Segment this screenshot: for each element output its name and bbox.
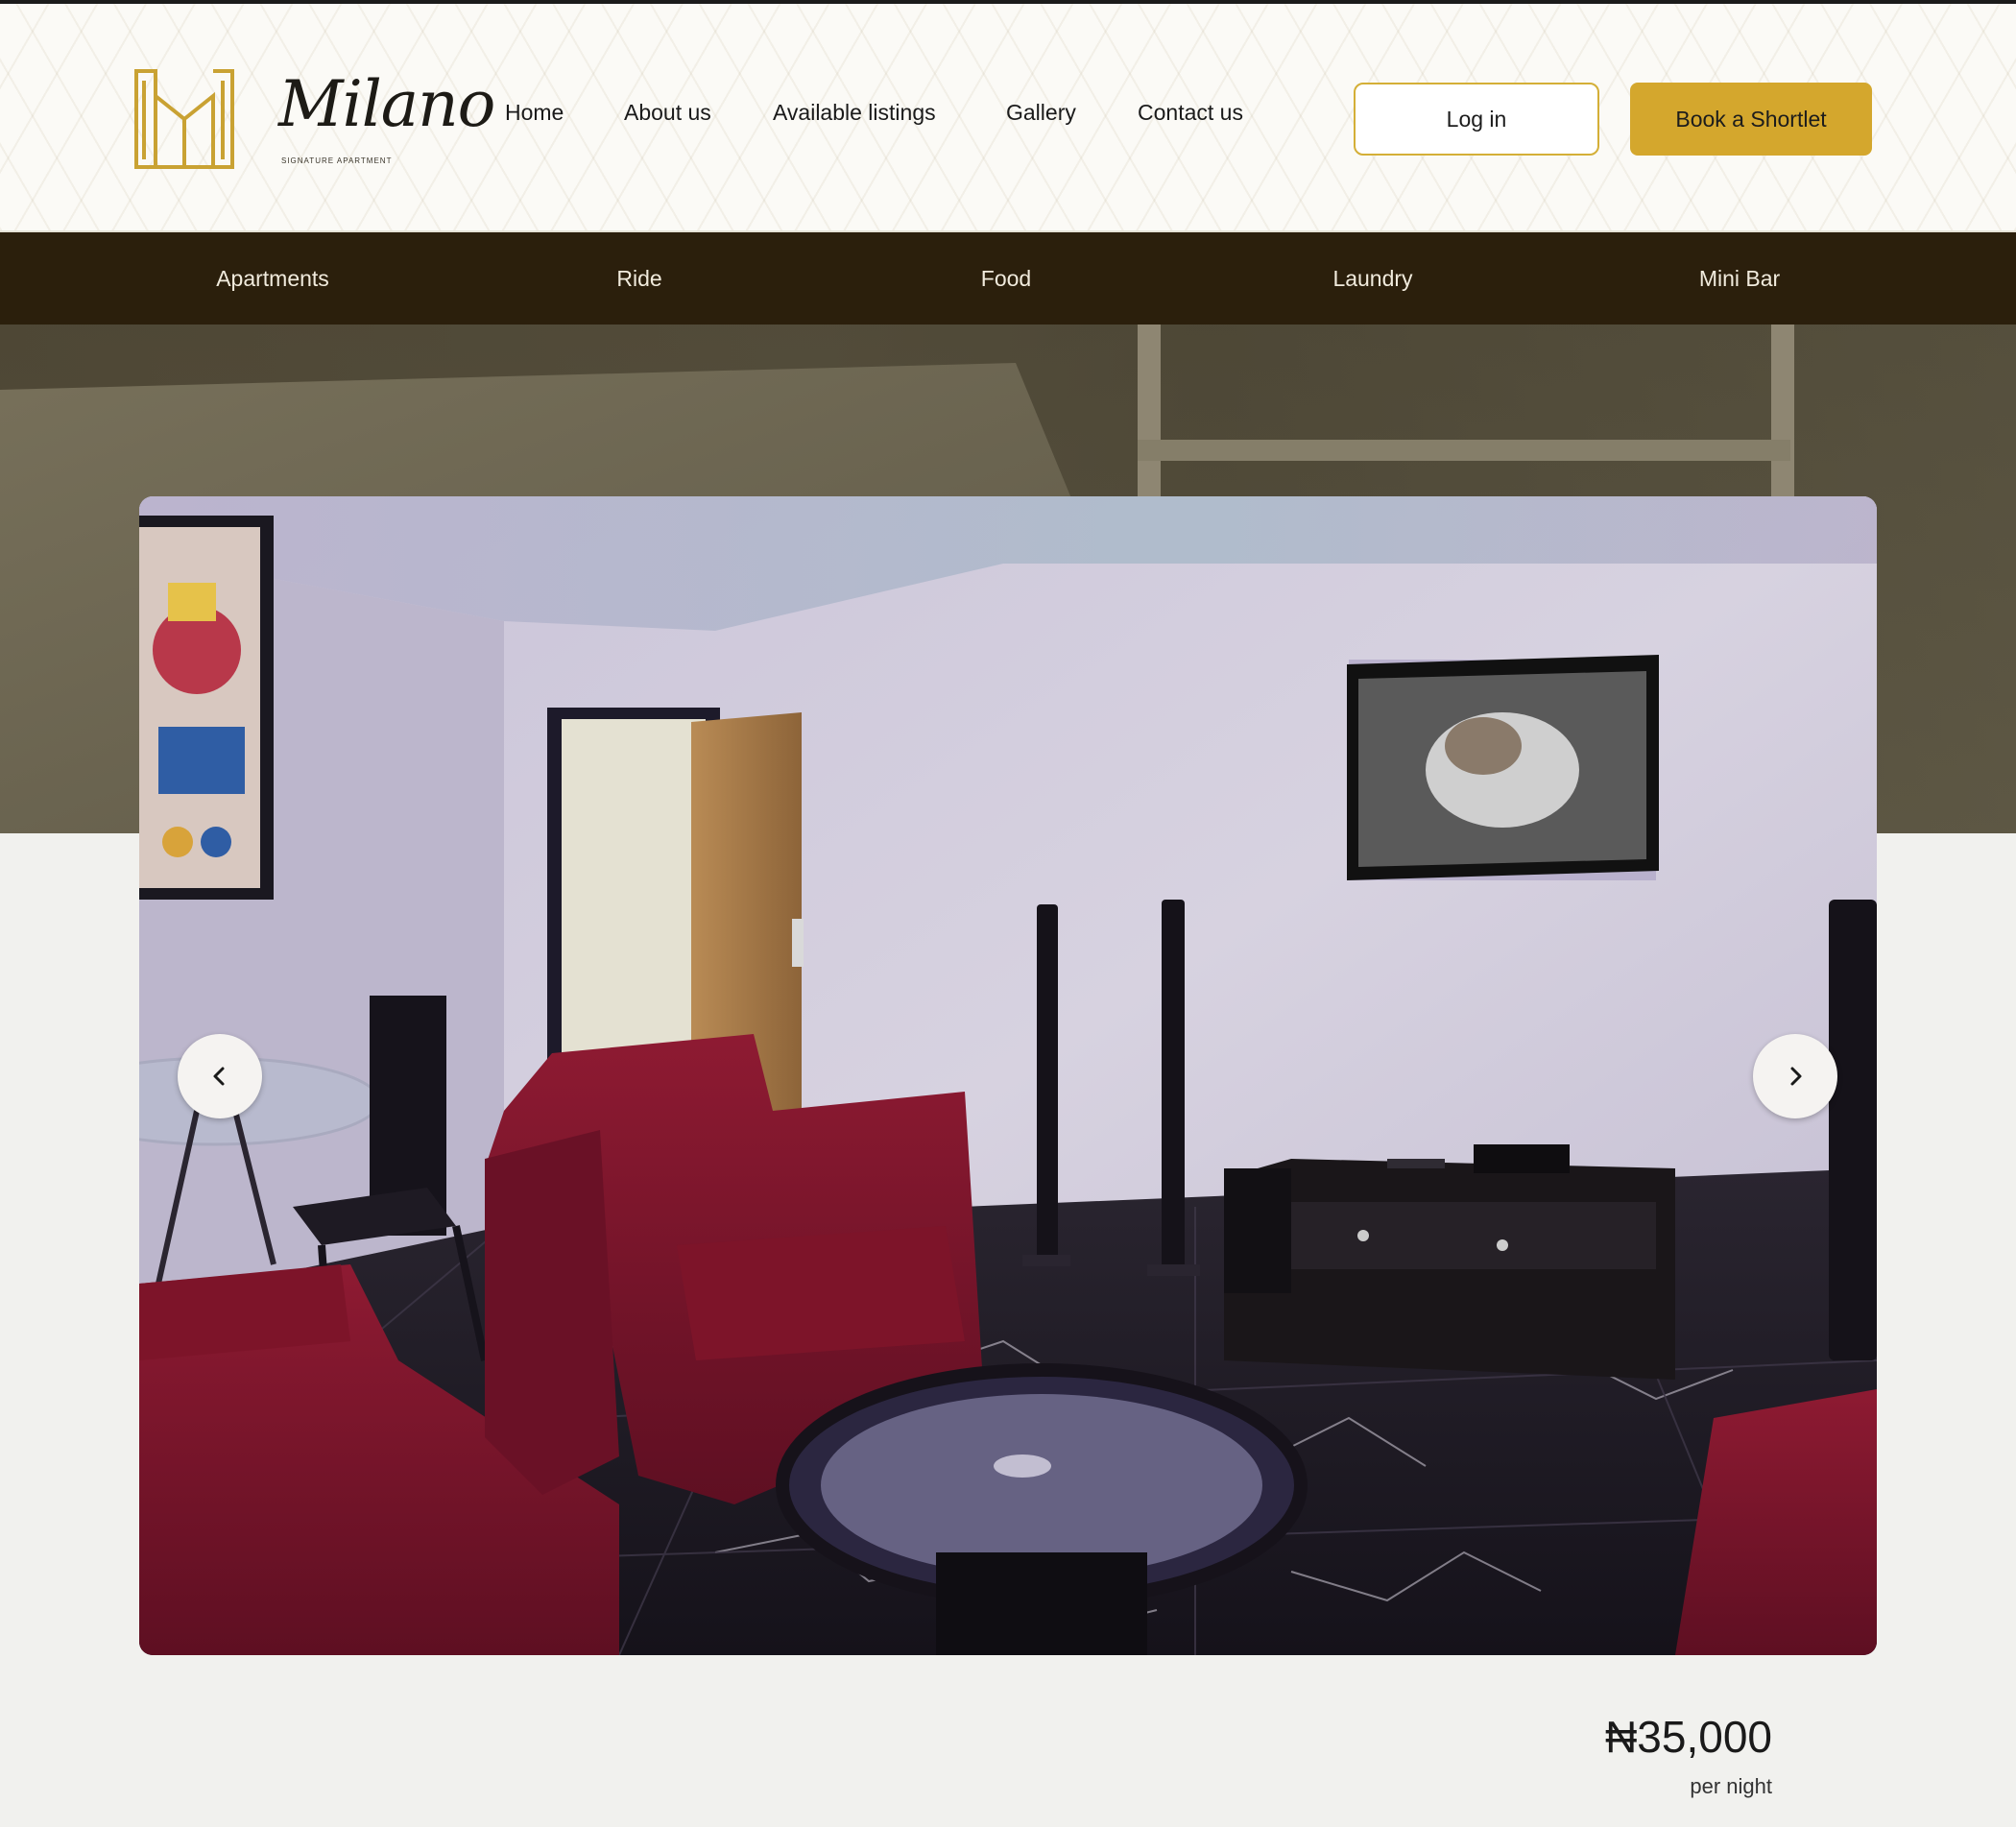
brand-logo[interactable]: Milano SIGNATURE APARTMENT bbox=[134, 67, 495, 175]
listing-price: ₦35,000 bbox=[1605, 1712, 1772, 1762]
subnav-mini-bar[interactable]: Mini Bar bbox=[1556, 232, 1923, 325]
subnav-ride[interactable]: Ride bbox=[456, 232, 823, 325]
nav-available-listings[interactable]: Available listings bbox=[773, 100, 936, 126]
nav-about-us[interactable]: About us bbox=[624, 100, 711, 126]
brand-wordmark: Milano bbox=[278, 67, 495, 141]
site-header: Milano SIGNATURE APARTMENT Home About us… bbox=[0, 0, 2016, 232]
hero-shelf bbox=[1138, 440, 1790, 461]
slider-prev-button[interactable] bbox=[178, 1034, 262, 1118]
brand-tagline: SIGNATURE APARTMENT bbox=[281, 156, 393, 165]
price-unit: per night bbox=[1690, 1774, 1772, 1798]
nav-home[interactable]: Home bbox=[505, 100, 564, 126]
login-button[interactable]: Log in bbox=[1354, 83, 1599, 156]
subnav-laundry[interactable]: Laundry bbox=[1189, 232, 1556, 325]
chevron-right-icon bbox=[1790, 1067, 1802, 1086]
image-slider[interactable] bbox=[139, 496, 1877, 1655]
services-nav: Apartments Ride Food Laundry Mini Bar bbox=[0, 232, 2016, 325]
nav-contact-us[interactable]: Contact us bbox=[1138, 100, 1243, 126]
building-logo-icon bbox=[134, 69, 234, 169]
slider-next-button[interactable] bbox=[1753, 1034, 1837, 1118]
chevron-left-icon bbox=[213, 1067, 225, 1086]
living-room-photo bbox=[139, 496, 1877, 1655]
subnav-apartments[interactable]: Apartments bbox=[89, 232, 456, 325]
subnav-food[interactable]: Food bbox=[823, 232, 1189, 325]
book-shortlet-button[interactable]: Book a Shortlet bbox=[1630, 83, 1872, 156]
nav-gallery[interactable]: Gallery bbox=[1006, 100, 1076, 126]
